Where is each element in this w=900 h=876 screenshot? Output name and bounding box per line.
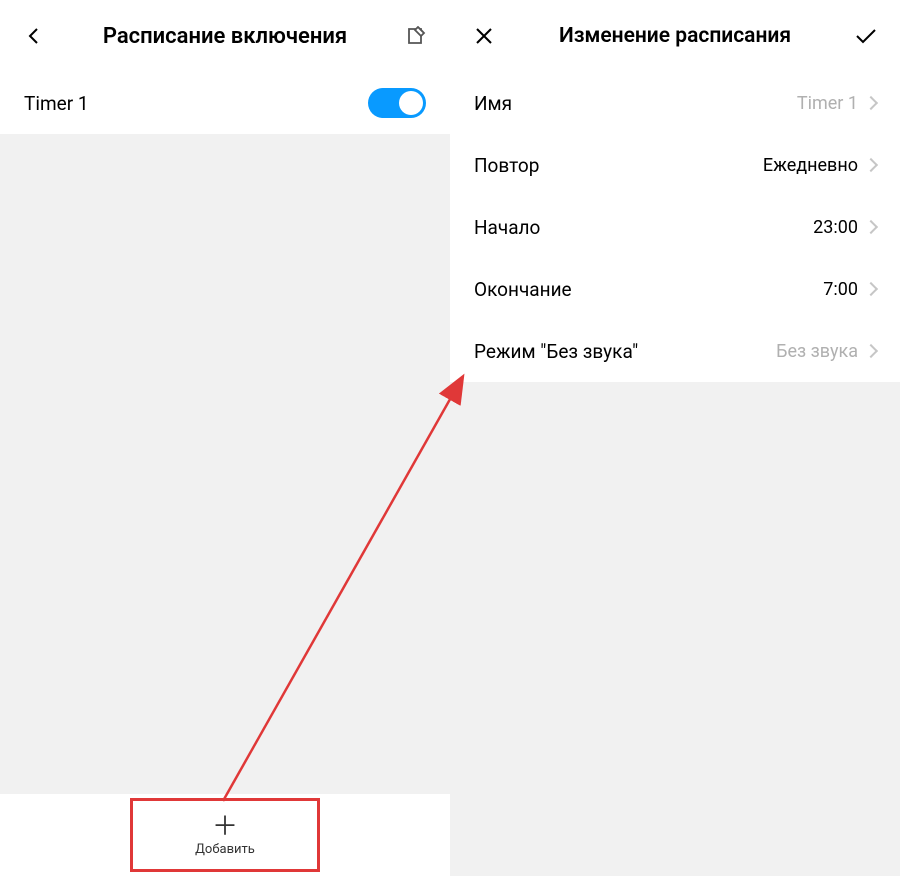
- start-value-wrap: 23:00: [813, 217, 876, 238]
- repeat-label: Повтор: [474, 154, 539, 177]
- timer-row[interactable]: Timer 1: [0, 72, 450, 134]
- right-header: Изменение расписания: [450, 0, 900, 72]
- silent-value: Без звука: [776, 341, 858, 362]
- bottom-bar: ＋ Добавить: [0, 794, 450, 876]
- close-icon: [474, 26, 494, 46]
- silent-label: Режим "Без звука": [474, 340, 638, 363]
- timer-label: Timer 1: [24, 92, 89, 115]
- add-label: Добавить: [195, 842, 255, 857]
- edit-button[interactable]: [400, 20, 432, 52]
- name-label: Имя: [474, 92, 512, 115]
- repeat-value: Ежедневно: [763, 155, 858, 176]
- start-label: Начало: [474, 216, 540, 239]
- check-icon: [854, 27, 878, 45]
- silent-value-wrap: Без звука: [776, 341, 876, 362]
- close-button[interactable]: [468, 20, 500, 52]
- timer-toggle[interactable]: [368, 88, 426, 118]
- add-button[interactable]: ＋ Добавить: [130, 798, 320, 872]
- left-title: Расписание включения: [50, 24, 400, 49]
- plus-icon: ＋: [212, 814, 238, 840]
- confirm-button[interactable]: [850, 20, 882, 52]
- start-value: 23:00: [813, 217, 858, 238]
- end-label: Окончание: [474, 278, 572, 301]
- repeat-value-wrap: Ежедневно: [763, 155, 876, 176]
- name-value: Timer 1: [797, 93, 858, 114]
- chevron-right-icon: [864, 220, 878, 234]
- timer-list: Timer 1: [0, 72, 450, 134]
- right-title: Изменение расписания: [500, 24, 850, 48]
- end-row[interactable]: Окончание 7:00: [450, 258, 900, 320]
- chevron-right-icon: [864, 344, 878, 358]
- back-button[interactable]: [18, 20, 50, 52]
- edit-icon: [406, 26, 426, 46]
- name-row[interactable]: Имя Timer 1: [450, 72, 900, 134]
- end-value-wrap: 7:00: [823, 279, 876, 300]
- silent-mode-row[interactable]: Режим "Без звука" Без звука: [450, 320, 900, 382]
- chevron-right-icon: [864, 158, 878, 172]
- edit-rows: Имя Timer 1 Повтор Ежедневно Начало 23:0…: [450, 72, 900, 382]
- repeat-row[interactable]: Повтор Ежедневно: [450, 134, 900, 196]
- end-value: 7:00: [823, 279, 858, 300]
- start-row[interactable]: Начало 23:00: [450, 196, 900, 258]
- schedule-list-panel: Расписание включения Timer 1 ＋ Добавить: [0, 0, 450, 876]
- name-value-wrap: Timer 1: [797, 93, 876, 114]
- chevron-right-icon: [864, 96, 878, 110]
- chevron-right-icon: [864, 282, 878, 296]
- left-header: Расписание включения: [0, 0, 450, 72]
- schedule-edit-panel: Изменение расписания Имя Timer 1 Повтор …: [450, 0, 900, 876]
- chevron-left-icon: [25, 27, 43, 45]
